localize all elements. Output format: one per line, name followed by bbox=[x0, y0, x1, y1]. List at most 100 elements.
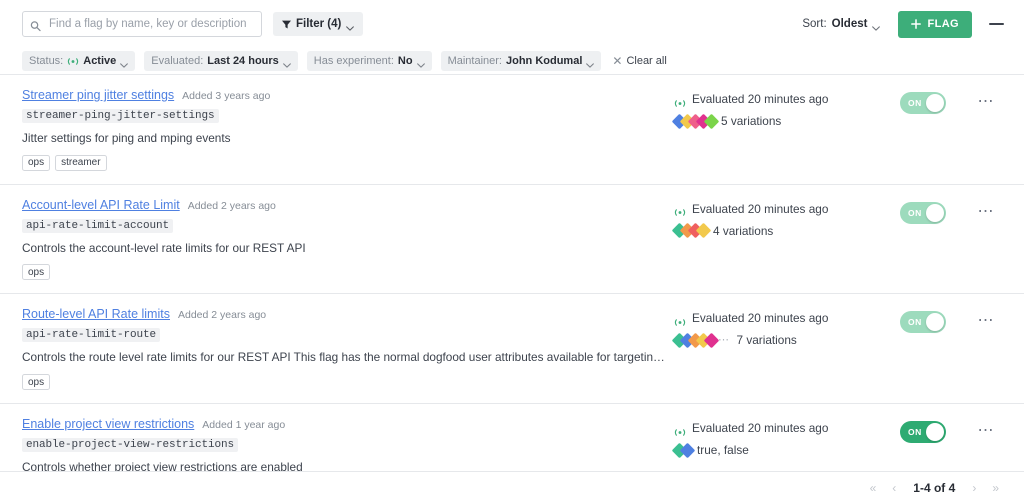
flag-row-toggle: ON bbox=[884, 417, 962, 443]
flag-toggle-knob bbox=[926, 423, 944, 441]
filter-chip-evaluated-label: Evaluated: bbox=[151, 55, 203, 67]
flag-toggle-knob bbox=[926, 313, 944, 331]
flag-variations-text: 7 variations bbox=[737, 333, 797, 347]
flag-key: api-rate-limit-route bbox=[22, 328, 160, 342]
kebab-menu-icon[interactable]: ⋯ bbox=[972, 94, 1001, 110]
flag-variations-line: ⋯ 7 variations bbox=[674, 333, 884, 347]
flag-key: api-rate-limit-account bbox=[22, 219, 173, 233]
flag-evaluated-line: Evaluated 20 minutes ago bbox=[674, 421, 884, 435]
flag-description: Controls whether project view restrictio… bbox=[22, 460, 670, 471]
clear-all-label: Clear all bbox=[626, 55, 666, 67]
flag-row-main: Account-level API Rate Limit Added 2 year… bbox=[22, 198, 674, 281]
flag-tag[interactable]: ops bbox=[22, 155, 50, 171]
flag-row-menu: ⋯ bbox=[962, 88, 1010, 110]
flag-row-toggle: ON bbox=[884, 198, 962, 224]
pagination-prev-button[interactable]: ‹ bbox=[885, 480, 903, 496]
flag-added-date: Added 2 years ago bbox=[188, 200, 276, 212]
flag-toggle-knob bbox=[926, 94, 944, 112]
flag-variations-text: 5 variations bbox=[721, 114, 781, 128]
flag-name-link[interactable]: Account-level API Rate Limit bbox=[22, 198, 180, 212]
flag-toggle[interactable]: ON bbox=[900, 311, 946, 333]
new-flag-button-label: FLAG bbox=[927, 18, 959, 30]
funnel-icon bbox=[282, 20, 291, 29]
flag-title-line: Streamer ping jitter settings Added 3 yea… bbox=[22, 88, 674, 102]
flag-added-date: Added 3 years ago bbox=[182, 90, 270, 102]
signal-icon bbox=[67, 57, 79, 66]
flag-tags: ops bbox=[22, 374, 674, 390]
flag-toggle-label: ON bbox=[908, 427, 922, 437]
flag-added-date: Added 1 year ago bbox=[202, 419, 285, 431]
flag-name-link[interactable]: Streamer ping jitter settings bbox=[22, 88, 174, 102]
flag-toggle[interactable]: ON bbox=[900, 202, 946, 224]
filter-chip-has-experiment-label: Has experiment: bbox=[314, 55, 394, 67]
sort-value: Oldest bbox=[832, 18, 868, 30]
filter-chip-maintainer[interactable]: Maintainer: John Kodumal bbox=[441, 51, 602, 71]
chevron-down-icon bbox=[417, 59, 425, 64]
kebab-menu-icon[interactable]: ⋯ bbox=[972, 313, 1001, 329]
flag-row-status: Evaluated 20 minutes ago4 variations bbox=[674, 198, 884, 238]
clear-all-filters-button[interactable]: ✕ Clear all bbox=[610, 51, 673, 71]
pagination: « ‹ 1-4 of 4 › » bbox=[0, 471, 1024, 504]
flag-description: Jitter settings for ping and mping event… bbox=[22, 131, 670, 146]
sort-dropdown[interactable]: Sort: Oldest bbox=[796, 12, 886, 36]
flag-list: Streamer ping jitter settings Added 3 yea… bbox=[0, 75, 1024, 471]
chevron-down-icon bbox=[586, 59, 594, 64]
search-input[interactable] bbox=[22, 11, 262, 37]
variation-swatches: ⋯ bbox=[674, 335, 730, 346]
flag-row-status: Evaluated 20 minutes agotrue, false bbox=[674, 417, 884, 457]
flag-row-main: Route-level API Rate limits Added 2 years… bbox=[22, 307, 674, 390]
kebab-menu-icon[interactable]: ⋯ bbox=[972, 423, 1001, 439]
signal-icon bbox=[674, 314, 686, 323]
filter-chip-status-label: Status: bbox=[29, 55, 63, 67]
close-icon: ✕ bbox=[612, 55, 622, 67]
flag-variations-text: 4 variations bbox=[713, 224, 773, 238]
chevron-down-icon bbox=[872, 22, 880, 27]
filter-chip-has-experiment[interactable]: Has experiment: No bbox=[307, 51, 432, 71]
filter-chip-maintainer-value: John Kodumal bbox=[506, 55, 582, 67]
flag-row-status: Evaluated 20 minutes ago5 variations bbox=[674, 88, 884, 128]
flag-row: Enable project view restrictions Added 1 … bbox=[0, 404, 1024, 471]
flag-name-link[interactable]: Enable project view restrictions bbox=[22, 417, 194, 431]
flag-description: Controls the route level rate limits for… bbox=[22, 350, 670, 365]
filter-button[interactable]: Filter (4) bbox=[273, 12, 363, 36]
flag-description: Controls the account-level rate limits f… bbox=[22, 241, 670, 256]
feature-flags-page: Filter (4) Sort: Oldest FLAG bbox=[0, 0, 1024, 504]
filter-chip-evaluated[interactable]: Evaluated: Last 24 hours bbox=[144, 51, 298, 71]
flag-toggle-label: ON bbox=[908, 98, 922, 108]
flag-title-line: Enable project view restrictions Added 1 … bbox=[22, 417, 674, 431]
flag-key: streamer-ping-jitter-settings bbox=[22, 109, 219, 123]
hamburger-icon[interactable] bbox=[982, 11, 1010, 37]
flag-name-link[interactable]: Route-level API Rate limits bbox=[22, 307, 170, 321]
flag-title-line: Route-level API Rate limits Added 2 years… bbox=[22, 307, 674, 321]
flag-tag[interactable]: streamer bbox=[55, 155, 106, 171]
flag-variations-line: 4 variations bbox=[674, 224, 884, 238]
variation-overflow-icon: ⋯ bbox=[718, 335, 730, 346]
flag-row-status: Evaluated 20 minutes ago⋯7 variations bbox=[674, 307, 884, 347]
pagination-last-button[interactable]: » bbox=[985, 480, 1006, 496]
sort-label: Sort: bbox=[802, 18, 826, 30]
variation-swatches bbox=[674, 445, 690, 456]
hamburger-bars bbox=[989, 23, 1004, 25]
pagination-first-button[interactable]: « bbox=[863, 480, 884, 496]
pagination-next-button[interactable]: › bbox=[965, 480, 983, 496]
flag-toggle[interactable]: ON bbox=[900, 92, 946, 114]
flag-row-main: Enable project view restrictions Added 1 … bbox=[22, 417, 674, 471]
flag-evaluated-text: Evaluated 20 minutes ago bbox=[692, 421, 828, 435]
flag-row-toggle: ON bbox=[884, 88, 962, 114]
flag-row-menu: ⋯ bbox=[962, 198, 1010, 220]
flag-variations-line: 5 variations bbox=[674, 114, 884, 128]
filter-chip-maintainer-label: Maintainer: bbox=[448, 55, 502, 67]
flag-row-menu: ⋯ bbox=[962, 417, 1010, 439]
flag-tags: ops streamer bbox=[22, 155, 674, 171]
flag-tag[interactable]: ops bbox=[22, 374, 50, 390]
flag-toggle[interactable]: ON bbox=[900, 421, 946, 443]
flag-row-main: Streamer ping jitter settings Added 3 yea… bbox=[22, 88, 674, 171]
flag-added-date: Added 2 years ago bbox=[178, 309, 266, 321]
search-field-wrapper bbox=[22, 11, 262, 37]
flag-tag[interactable]: ops bbox=[22, 264, 50, 280]
filter-chip-status[interactable]: Status: Active bbox=[22, 51, 135, 71]
new-flag-button[interactable]: FLAG bbox=[898, 11, 972, 38]
kebab-menu-icon[interactable]: ⋯ bbox=[972, 204, 1001, 220]
flag-row: Account-level API Rate Limit Added 2 year… bbox=[0, 185, 1024, 295]
filter-chip-bar: Status: Active Evaluated: Last 24 hours … bbox=[0, 48, 1024, 75]
